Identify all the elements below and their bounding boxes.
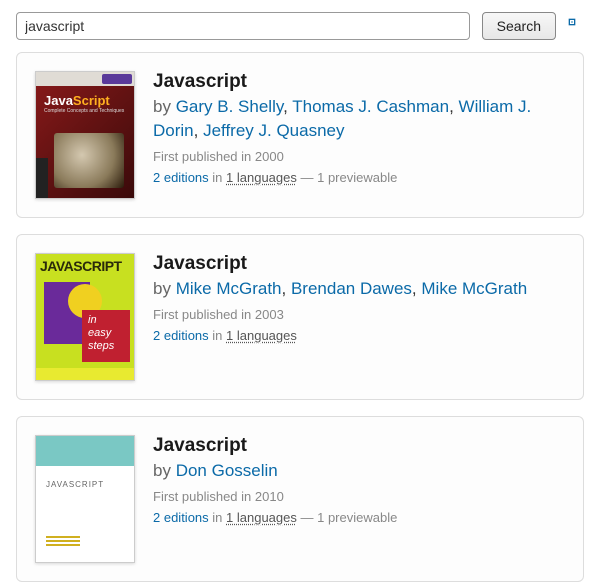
editions-link[interactable]: 2 editions [153, 510, 209, 525]
book-authors: by Gary B. Shelly, Thomas J. Cashman, Wi… [153, 95, 565, 143]
in-label: in [212, 170, 222, 185]
search-input[interactable] [16, 12, 470, 40]
book-title[interactable]: Javascript [153, 253, 565, 275]
by-label: by [153, 279, 171, 298]
author-link[interactable]: Thomas J. Cashman [292, 97, 449, 116]
editions-link[interactable]: 2 editions [153, 328, 209, 343]
book-meta: 2 editions in 1 languages — 1 previewabl… [153, 170, 565, 185]
book-cover[interactable]: JAVASCRIPTineasysteps [35, 253, 135, 381]
languages-text[interactable]: 1 languages [226, 510, 297, 525]
editions-link[interactable]: 2 editions [153, 170, 209, 185]
book-cover[interactable]: JavaScriptComplete Concepts and Techniqu… [35, 71, 135, 199]
result-card: JavaScriptComplete Concepts and Techniqu… [16, 52, 584, 218]
first-published: First published in 2010 [153, 489, 565, 504]
author-link[interactable]: Mike McGrath [421, 279, 527, 298]
in-label: in [212, 328, 222, 343]
author-link[interactable]: Gary B. Shelly [176, 97, 283, 116]
separator-dash: — [297, 170, 317, 185]
result-card: JAVASCRIPTJavascriptby Don GosselinFirst… [16, 416, 584, 582]
author-link[interactable]: Don Gosselin [176, 461, 278, 480]
results-list: JavaScriptComplete Concepts and Techniqu… [0, 52, 600, 582]
by-label: by [153, 97, 171, 116]
languages-text[interactable]: 1 languages [226, 328, 297, 343]
search-button[interactable]: Search [482, 12, 556, 40]
author-link[interactable]: Mike McGrath [176, 279, 282, 298]
book-cover[interactable]: JAVASCRIPT [35, 435, 135, 563]
qr-code-icon[interactable] [568, 18, 584, 34]
languages-text[interactable]: 1 languages [226, 170, 297, 185]
first-published: First published in 2003 [153, 307, 565, 322]
book-title[interactable]: Javascript [153, 71, 565, 93]
book-info: Javascriptby Mike McGrath, Brendan Dawes… [153, 253, 565, 381]
author-link[interactable]: Brendan Dawes [291, 279, 412, 298]
separator-dash: — [297, 510, 317, 525]
by-label: by [153, 461, 171, 480]
book-title[interactable]: Javascript [153, 435, 565, 457]
book-meta: 2 editions in 1 languages [153, 328, 565, 343]
previewable-text: 1 previewable [317, 170, 397, 185]
in-label: in [212, 510, 222, 525]
book-authors: by Mike McGrath, Brendan Dawes, Mike McG… [153, 277, 565, 301]
book-meta: 2 editions in 1 languages — 1 previewabl… [153, 510, 565, 525]
author-link[interactable]: Jeffrey J. Quasney [203, 121, 344, 140]
search-bar: Search [0, 0, 600, 52]
result-card: JAVASCRIPTineasystepsJavascriptby Mike M… [16, 234, 584, 400]
previewable-text: 1 previewable [317, 510, 397, 525]
book-info: Javascriptby Don GosselinFirst published… [153, 435, 565, 563]
first-published: First published in 2000 [153, 149, 565, 164]
book-info: Javascriptby Gary B. Shelly, Thomas J. C… [153, 71, 565, 199]
book-authors: by Don Gosselin [153, 459, 565, 483]
